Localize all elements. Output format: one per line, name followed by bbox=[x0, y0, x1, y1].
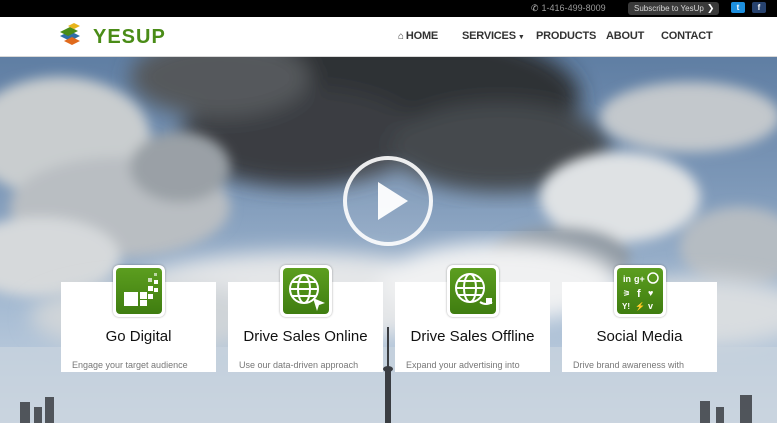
nav-services-label: SERVICES bbox=[462, 30, 516, 42]
play-icon[interactable] bbox=[341, 154, 435, 248]
card-title: Social Media bbox=[596, 328, 683, 345]
nav-contact-label: CONTACT bbox=[661, 30, 713, 42]
card-title: Drive Sales Offline bbox=[410, 328, 535, 345]
digital-blocks-icon bbox=[113, 265, 165, 317]
svg-text:v: v bbox=[648, 301, 653, 311]
svg-text:in: in bbox=[623, 274, 631, 284]
main-navbar: YESUP ⌂ HOME SERVICES ▼ PRODUCTS ABOUT CON… bbox=[0, 17, 777, 57]
home-icon: ⌂ bbox=[398, 31, 404, 42]
svg-text:g+: g+ bbox=[634, 274, 645, 284]
phone-number[interactable]: ✆ 1-416-499-8009 bbox=[531, 3, 606, 14]
social-networks-icon: in g+ ⚞ f ♥ Y! ⚡ v bbox=[614, 265, 666, 317]
subscribe-label: Subscribe to YesUp bbox=[634, 4, 704, 13]
caret-down-icon: ▼ bbox=[517, 34, 525, 41]
service-card-go-digital[interactable]: Go Digital Engage your target audience bbox=[61, 265, 216, 372]
chevron-right-icon: ❯ bbox=[706, 3, 715, 13]
top-bar: ✆ 1-416-499-8009 Subscribe to YesUp ❯ t f bbox=[0, 0, 777, 17]
svg-text:⚡: ⚡ bbox=[635, 301, 645, 311]
subscribe-button[interactable]: Subscribe to YesUp ❯ bbox=[628, 2, 719, 15]
logo-text: YESUP bbox=[93, 26, 166, 48]
service-card-drive-sales-offline[interactable]: Drive Sales Offline Expand your advertis… bbox=[395, 265, 550, 372]
nav-contact[interactable]: CONTACT bbox=[661, 30, 713, 42]
nav-services[interactable]: SERVICES ▼ bbox=[462, 30, 525, 42]
card-description: Drive brand awareness with bbox=[573, 360, 685, 370]
card-description: Use our data-driven approach bbox=[239, 360, 359, 370]
service-card-drive-sales-online[interactable]: Drive Sales Online Use our data-driven a… bbox=[228, 265, 383, 372]
nav-home-label: HOME bbox=[405, 30, 439, 42]
yesup-logo[interactable]: YESUP bbox=[58, 22, 198, 50]
phone-text: 1-416-499-8009 bbox=[541, 3, 606, 13]
twitter-icon[interactable]: t bbox=[731, 2, 745, 13]
globe-plug-icon bbox=[447, 265, 499, 317]
card-description: Engage your target audience bbox=[72, 360, 188, 370]
phone-icon: ✆ bbox=[531, 3, 539, 13]
card-title: Go Digital bbox=[105, 328, 172, 345]
svg-text:Y!: Y! bbox=[622, 302, 630, 311]
logo-mark: YESUP bbox=[60, 23, 166, 48]
nav-about-label: ABOUT bbox=[606, 30, 645, 42]
nav-products[interactable]: PRODUCTS bbox=[536, 30, 596, 42]
nav-about[interactable]: ABOUT bbox=[606, 30, 644, 42]
card-description: Expand your advertising into bbox=[406, 360, 520, 370]
nav-home[interactable]: ⌂ HOME bbox=[398, 30, 438, 42]
facebook-icon[interactable]: f bbox=[752, 2, 766, 13]
card-title: Drive Sales Online bbox=[243, 328, 368, 345]
nav-products-label: PRODUCTS bbox=[536, 30, 597, 42]
service-card-social-media[interactable]: in g+ ⚞ f ♥ Y! ⚡ v Social Media Drive br… bbox=[562, 265, 717, 372]
svg-text:⚞: ⚞ bbox=[623, 289, 630, 298]
globe-cursor-icon bbox=[280, 265, 332, 317]
svg-text:♥: ♥ bbox=[648, 288, 653, 298]
svg-text:f: f bbox=[637, 288, 641, 300]
